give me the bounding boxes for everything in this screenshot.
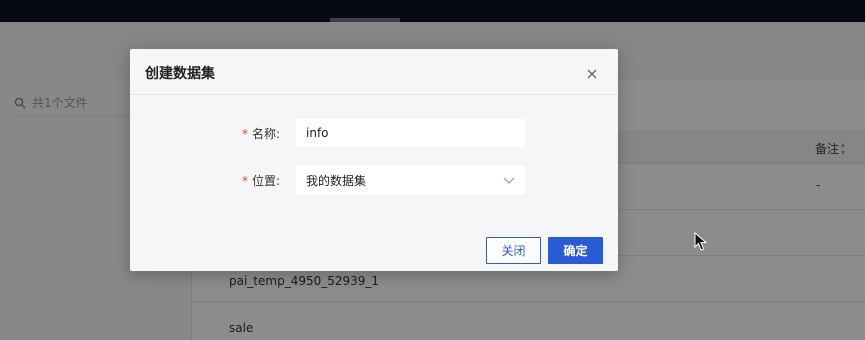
dialog-title: 创建数据集	[145, 66, 215, 82]
dataset-name-input[interactable]	[296, 119, 525, 147]
required-mark: *	[241, 174, 248, 188]
location-form-row: * 位置: 我的数据集	[130, 166, 618, 194]
location-select[interactable]: 我的数据集	[296, 166, 525, 194]
dialog-header: 创建数据集	[130, 49, 618, 95]
confirm-button[interactable]: 确定	[548, 237, 603, 264]
location-label-text: 位置:	[251, 174, 280, 188]
create-dataset-dialog: 创建数据集 *名称: *位置: 我的数据集 关闭 确定	[130, 49, 618, 271]
location-selected-value: 我的数据集	[306, 173, 367, 188]
chevron-down-icon	[503, 177, 515, 184]
name-label-text: 名称:	[251, 127, 280, 141]
name-form-row: * 名称:	[130, 119, 618, 147]
location-label: * 位置:	[242, 172, 280, 189]
name-label: * 名称:	[242, 125, 280, 142]
mouse-cursor-icon	[694, 232, 708, 251]
close-icon[interactable]	[585, 67, 599, 81]
required-mark: *	[241, 127, 248, 141]
close-button[interactable]: 关闭	[486, 237, 541, 264]
